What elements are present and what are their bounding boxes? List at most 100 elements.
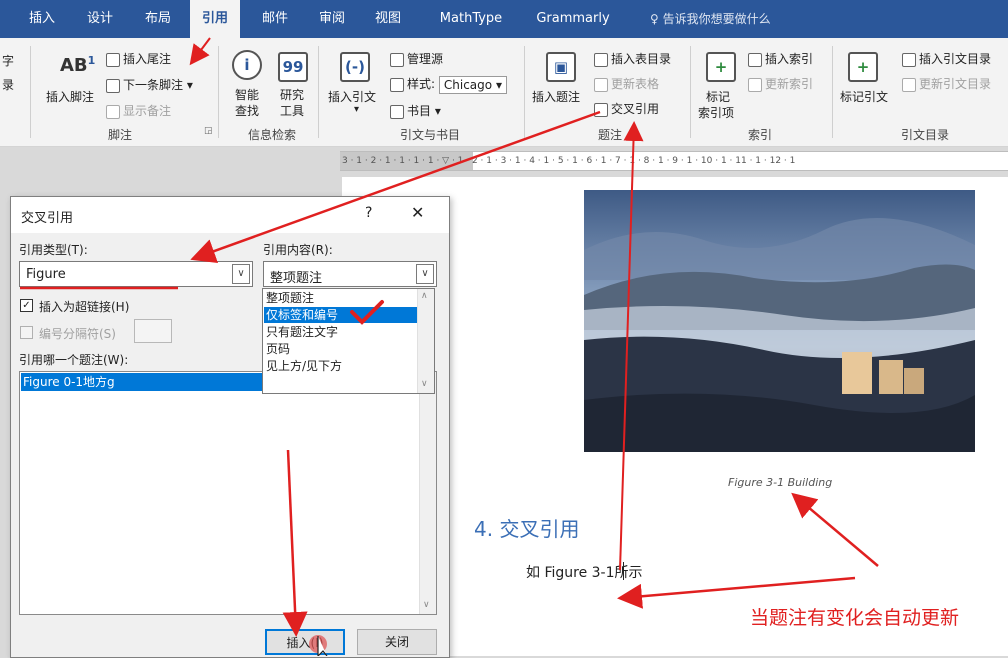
- horizontal-ruler[interactable]: 3 · 1 · 2 · 1 · 1 · 1 · 1 · ▽ · 1 · 2 · …: [340, 151, 1008, 171]
- footnote-ab-icon: AB1: [60, 54, 95, 76]
- bibliography-label: 书目: [407, 104, 432, 118]
- annotation-text: 当题注有变化会自动更新: [750, 607, 960, 629]
- tell-me-search[interactable]: ♀ 告诉我你想要做什么: [650, 0, 771, 38]
- tab-design[interactable]: 设计: [78, 0, 122, 38]
- chevron-down-icon: ▾: [354, 104, 360, 115]
- ab-superscript: 1: [87, 54, 96, 67]
- chevron-down-icon[interactable]: ∨: [423, 600, 430, 610]
- style-icon: [390, 77, 404, 92]
- text-cursor: [623, 562, 624, 580]
- chevron-up-icon[interactable]: ∧: [421, 291, 428, 301]
- ruler-ticks: 3 · 1 · 2 · 1 · 1 · 1 · 1 · ▽ · 1 · 2 · …: [342, 156, 796, 166]
- insert-endnote-label: 插入尾注: [123, 52, 172, 66]
- insert-caption-label: 插入题注: [532, 90, 581, 104]
- toa-group-label: 引文目录: [900, 128, 949, 142]
- ref-content-dropdown[interactable]: 整项题注 仅标签和编号 只有题注文字 页码 见上方/见下方 ∧ ∨: [262, 288, 435, 394]
- researcher-label-1: 研究: [280, 88, 305, 102]
- dropdown-option[interactable]: 见上方/见下方: [264, 358, 418, 374]
- mark-citation-icon: +: [848, 52, 878, 82]
- update-toa-button[interactable]: 更新引文目录: [902, 75, 991, 92]
- cross-reference-label: 交叉引用: [611, 102, 660, 116]
- style-label: 样式:: [407, 77, 436, 91]
- ref-type-value: Figure: [26, 267, 66, 282]
- insert-toa-button[interactable]: 插入引文目录: [902, 50, 991, 67]
- cross-reference-field[interactable]: 如 Figure 3-1: [526, 565, 615, 581]
- chevron-down-icon[interactable]: ∨: [232, 264, 250, 284]
- tab-mathtype[interactable]: MathType: [428, 0, 514, 38]
- tab-references[interactable]: 引用: [190, 0, 240, 38]
- insert-index-label: 插入索引: [765, 52, 814, 66]
- dropdown-option-selected[interactable]: 仅标签和编号: [264, 307, 418, 323]
- mark-citation-label: 标记引文: [840, 90, 889, 104]
- ribbon-divider: [690, 46, 691, 138]
- ref-content-value: 整项题注: [270, 271, 323, 286]
- ribbon-divider: [318, 46, 319, 138]
- show-notes-label: 显示备注: [123, 104, 172, 118]
- ref-content-select[interactable]: 整项题注 ∨: [263, 261, 437, 287]
- chevron-down-icon: ▾: [495, 77, 502, 92]
- ab-icon-text: AB: [60, 55, 88, 76]
- tab-review[interactable]: 审阅: [310, 0, 354, 38]
- next-footnote-icon: [106, 78, 120, 93]
- which-caption-label: 引用哪一个题注(W):: [19, 353, 129, 367]
- smart-lookup-label-1: 智能: [235, 88, 260, 102]
- insert-hyperlink-checkbox[interactable]: ✓: [20, 299, 33, 312]
- show-notes-button[interactable]: 显示备注: [106, 102, 171, 119]
- style-selector[interactable]: 样式: Chicago ▾: [390, 75, 507, 94]
- insert-footnote-label: 插入脚注: [46, 90, 95, 104]
- insert-toa-label: 插入引文目录: [919, 52, 992, 66]
- update-index-label: 更新索引: [765, 77, 814, 91]
- captions-listbox[interactable]: Figure 0-1地方g ▲ ∨: [19, 371, 437, 615]
- cross-reference-dialog: 交叉引用 ? ✕ 引用类型(T): Figure ∨ 引用内容(R): 整项题注…: [10, 196, 450, 658]
- update-table-button[interactable]: 更新表格: [594, 75, 659, 92]
- ribbon-divider: [30, 46, 31, 138]
- dropdown-option[interactable]: 页码: [264, 341, 418, 357]
- body-paragraph[interactable]: 如 Figure 3-1所示: [526, 562, 643, 582]
- insert-table-of-figures-button[interactable]: 插入表目录: [594, 50, 671, 67]
- update-table-label: 更新表格: [611, 77, 660, 91]
- cross-reference-button[interactable]: 交叉引用: [594, 100, 659, 117]
- citation-icon: (-): [340, 52, 370, 82]
- dropdown-scrollbar[interactable]: ∧ ∨: [417, 289, 434, 393]
- manage-sources-button[interactable]: 管理源: [390, 50, 443, 67]
- help-button[interactable]: ?: [365, 205, 372, 221]
- insert-index-button[interactable]: 插入索引: [748, 50, 813, 67]
- bibliography-button[interactable]: 书目 ▾: [390, 102, 441, 119]
- chevron-down-icon[interactable]: ∨: [416, 264, 434, 284]
- show-notes-icon: [106, 104, 120, 119]
- cross-reference-icon: [594, 102, 608, 117]
- chevron-down-icon: ▾: [186, 78, 193, 92]
- tab-view[interactable]: 视图: [366, 0, 410, 38]
- research-group-label: 信息检索: [247, 128, 296, 142]
- list-item[interactable]: Figure 0-1地方g: [21, 373, 263, 391]
- listbox-scrollbar[interactable]: ▲ ∨: [419, 372, 436, 614]
- dropdown-option[interactable]: 整项题注: [264, 290, 418, 306]
- insert-endnote-button[interactable]: 插入尾注: [106, 50, 171, 67]
- close-button[interactable]: 关闭: [357, 629, 437, 655]
- insert-button[interactable]: 插入(I): [265, 629, 345, 655]
- chevron-down-icon[interactable]: ∨: [421, 379, 428, 389]
- lightbulb-icon: ♀: [650, 12, 663, 26]
- tab-grammarly[interactable]: Grammarly: [528, 0, 618, 38]
- figure-caption: Figure 3-1 Building: [728, 476, 833, 489]
- separate-numbers-checkbox[interactable]: [20, 326, 33, 339]
- style-value: Chicago: [443, 77, 493, 92]
- ref-type-select[interactable]: Figure ∨: [19, 261, 253, 287]
- captions-group-label: 题注: [597, 128, 622, 142]
- separator-input[interactable]: [134, 319, 172, 343]
- dropdown-option[interactable]: 只有题注文字: [264, 324, 418, 340]
- tab-layout[interactable]: 布局: [136, 0, 180, 38]
- update-table-icon: [594, 77, 608, 92]
- next-footnote-button[interactable]: 下一条脚注 ▾: [106, 76, 193, 93]
- tab-insert[interactable]: 插入: [20, 0, 64, 38]
- update-index-button[interactable]: 更新索引: [748, 75, 813, 92]
- close-icon[interactable]: ✕: [411, 203, 424, 222]
- partial-button-bottom[interactable]: 录: [2, 76, 14, 93]
- tab-mailings[interactable]: 邮件: [250, 0, 300, 38]
- body-text-suffix: 所示: [614, 565, 643, 581]
- manage-sources-icon: [390, 52, 404, 67]
- dialog-launcher-icon[interactable]: ◲: [204, 126, 213, 136]
- style-dropdown[interactable]: Chicago ▾: [438, 75, 507, 94]
- partial-button-top[interactable]: 字: [2, 52, 14, 69]
- insert-hyperlink-label: 插入为超链接(H): [39, 300, 130, 314]
